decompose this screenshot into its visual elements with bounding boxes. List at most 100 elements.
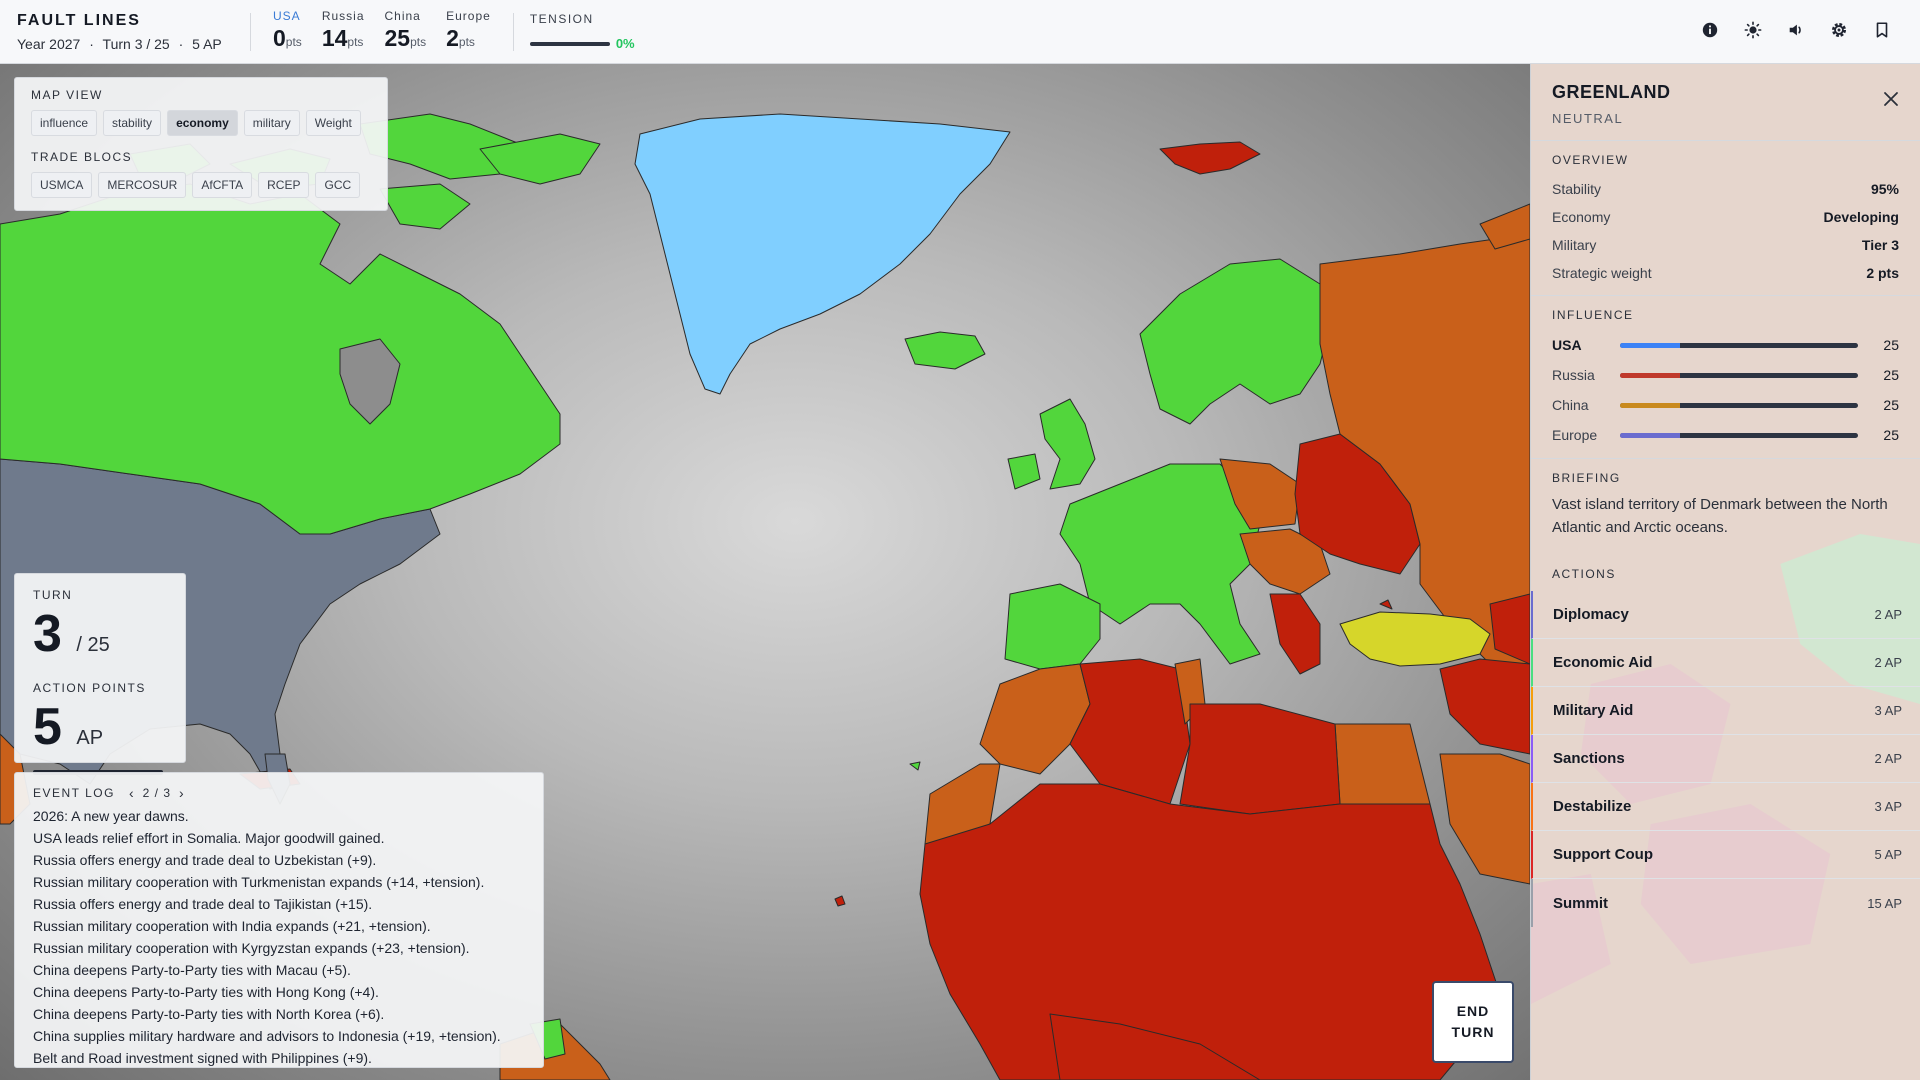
action-support-coup[interactable]: Support Coup 5 AP bbox=[1531, 831, 1920, 879]
log-line: Russian military cooperation with Turkme… bbox=[33, 874, 485, 890]
trade-bloc-chips: USMCA MERCOSUR AfCFTA RCEP GCC bbox=[31, 172, 371, 198]
country-iceland[interactable] bbox=[904, 331, 986, 370]
end-turn-line1: END bbox=[1456, 1003, 1490, 1019]
action-economic-aid[interactable]: Economic Aid 2 AP bbox=[1531, 639, 1920, 687]
stat-row: Military Tier 3 bbox=[1552, 237, 1899, 253]
tension-label: TENSION bbox=[529, 12, 594, 26]
country-morocco[interactable] bbox=[979, 663, 1091, 775]
log-line: Russia offers energy and trade deal to U… bbox=[33, 852, 377, 868]
gear-icon[interactable] bbox=[1827, 18, 1851, 42]
influence-row-china: China 25 bbox=[1552, 397, 1899, 413]
stat-row: Economy Developing bbox=[1552, 209, 1899, 225]
close-icon[interactable] bbox=[1882, 90, 1900, 108]
turn-counter: 3 / 25 bbox=[33, 608, 167, 671]
influence-label: INFLUENCE bbox=[1552, 308, 1634, 322]
top-icons bbox=[1698, 18, 1894, 42]
action-summit[interactable]: Summit 15 AP bbox=[1531, 879, 1920, 927]
log-line: China deepens Party-to-Party ties with N… bbox=[33, 1006, 385, 1022]
score-name: Europe bbox=[446, 8, 491, 23]
prev-page-button[interactable]: ‹ bbox=[129, 785, 135, 801]
action-diplomacy[interactable]: Diplomacy 2 AP bbox=[1531, 591, 1920, 639]
score-value: 2 bbox=[446, 24, 459, 51]
influence-row-europe: Europe 25 bbox=[1552, 427, 1899, 443]
country-balkans-red[interactable] bbox=[1269, 593, 1321, 675]
influence-bar bbox=[1620, 432, 1858, 438]
ap-unit: AP bbox=[76, 727, 104, 749]
end-turn-line2: TURN bbox=[1451, 1024, 1495, 1040]
score-value: 14 bbox=[321, 24, 348, 51]
bookmark-icon[interactable] bbox=[1870, 18, 1894, 42]
turn-total: / 25 bbox=[76, 634, 110, 656]
bloc-gcc[interactable]: GCC bbox=[315, 172, 361, 198]
country-canada-islands[interactable] bbox=[379, 183, 471, 230]
influence-section: INFLUENCE USA 25 Russia 25 China 25 Euro… bbox=[1531, 296, 1920, 459]
game-status: Year 2027 · Turn 3 / 25 · 5 AP bbox=[17, 35, 222, 52]
island-canary bbox=[909, 761, 921, 771]
score-china: China 25pts bbox=[384, 8, 427, 51]
score-value: 0 bbox=[273, 24, 286, 51]
country-svalbard[interactable] bbox=[1159, 141, 1261, 175]
country-turkey[interactable] bbox=[1339, 611, 1491, 667]
bloc-afcfta[interactable]: AfCFTA bbox=[192, 172, 253, 198]
event-log-panel: EVENT LOG ‹ 2 / 3 › 2026: A new year daw… bbox=[14, 772, 544, 1068]
sun-icon[interactable] bbox=[1741, 18, 1765, 42]
map-mode-economy[interactable]: economy bbox=[167, 110, 238, 136]
log-line: China deepens Party-to-Party ties with H… bbox=[33, 984, 379, 1000]
country-sahel[interactable] bbox=[919, 783, 1501, 1080]
score-usa: USA 0pts bbox=[273, 8, 302, 51]
influence-row-russia: Russia 25 bbox=[1552, 367, 1899, 383]
next-page-button[interactable]: › bbox=[179, 785, 185, 801]
page-indicator: 2 / 3 bbox=[142, 786, 171, 800]
bloc-rcep[interactable]: RCEP bbox=[258, 172, 310, 198]
map-mode-stability[interactable]: stability bbox=[103, 110, 162, 136]
briefing-text: Vast island territory of Denmark between… bbox=[1552, 496, 1888, 536]
year-label: Year 2027 bbox=[17, 35, 81, 52]
country-iberia[interactable] bbox=[1004, 583, 1101, 670]
map-mode-chips: influence stability economy military Wei… bbox=[31, 110, 371, 136]
score-name: Russia bbox=[321, 8, 365, 23]
country-ireland[interactable] bbox=[1007, 453, 1041, 490]
country-libya[interactable] bbox=[1179, 703, 1341, 815]
action-sanctions[interactable]: Sanctions 2 AP bbox=[1531, 735, 1920, 783]
tension-meter: TENSION 0% bbox=[514, 12, 635, 51]
map-mode-military[interactable]: military bbox=[243, 110, 300, 136]
map-view-panel: MAP VIEW influence stability economy mil… bbox=[14, 77, 388, 211]
score-name: USA bbox=[273, 8, 301, 23]
country-status: NEUTRAL bbox=[1552, 111, 1624, 126]
turn-label: Turn 3 / 25 bbox=[102, 35, 170, 52]
country-egypt[interactable] bbox=[1334, 723, 1431, 805]
bloc-usmca[interactable]: USMCA bbox=[31, 172, 93, 198]
action-military-aid[interactable]: Military Aid 3 AP bbox=[1531, 687, 1920, 735]
turn-number: 3 bbox=[33, 605, 62, 663]
info-icon[interactable] bbox=[1698, 18, 1722, 42]
stat-row: Stability 95% bbox=[1552, 181, 1899, 197]
country-uk[interactable] bbox=[1039, 398, 1096, 490]
score-board: USA 0pts Russia 14pts China 25pts Europe… bbox=[251, 9, 513, 55]
top-bar: FAULT LINES Year 2027 · Turn 3 / 25 · 5 … bbox=[0, 0, 1920, 64]
country-scandinavia[interactable] bbox=[1139, 258, 1331, 425]
game-title: FAULT LINES bbox=[17, 11, 141, 29]
map-mode-influence[interactable]: influence bbox=[31, 110, 98, 136]
map-mode-weight[interactable]: Weight bbox=[305, 110, 361, 136]
score-name: China bbox=[384, 8, 421, 23]
trade-blocs-label: TRADE BLOCS bbox=[31, 150, 133, 164]
island-azores bbox=[834, 895, 846, 907]
country-saudi[interactable] bbox=[1439, 753, 1530, 885]
volume-icon[interactable] bbox=[1784, 18, 1808, 42]
log-line: Russia offers energy and trade deal to T… bbox=[33, 896, 373, 912]
log-line: China deepens Party-to-Party ties with M… bbox=[33, 962, 351, 978]
turn-label: TURN bbox=[33, 588, 73, 602]
briefing-label: BRIEFING bbox=[1552, 471, 1621, 485]
bloc-mercosur[interactable]: MERCOSUR bbox=[98, 172, 187, 198]
country-algeria[interactable] bbox=[1069, 658, 1191, 805]
end-turn-button[interactable]: END TURN bbox=[1432, 981, 1514, 1063]
brand: FAULT LINES Year 2027 · Turn 3 / 25 · 5 … bbox=[0, 12, 250, 52]
country-header: GREENLAND NEUTRAL bbox=[1531, 64, 1920, 141]
country-name: GREENLAND bbox=[1552, 82, 1671, 102]
log-line: 2026: A new year dawns. bbox=[33, 808, 189, 824]
country-detail-panel: GREENLAND NEUTRAL OVERVIEW Stability 95% … bbox=[1530, 64, 1920, 1080]
country-middle-east[interactable] bbox=[1439, 658, 1530, 755]
influence-bar bbox=[1620, 342, 1858, 348]
score-russia: Russia 14pts bbox=[321, 8, 365, 51]
action-destabilize[interactable]: Destabilize 3 AP bbox=[1531, 783, 1920, 831]
